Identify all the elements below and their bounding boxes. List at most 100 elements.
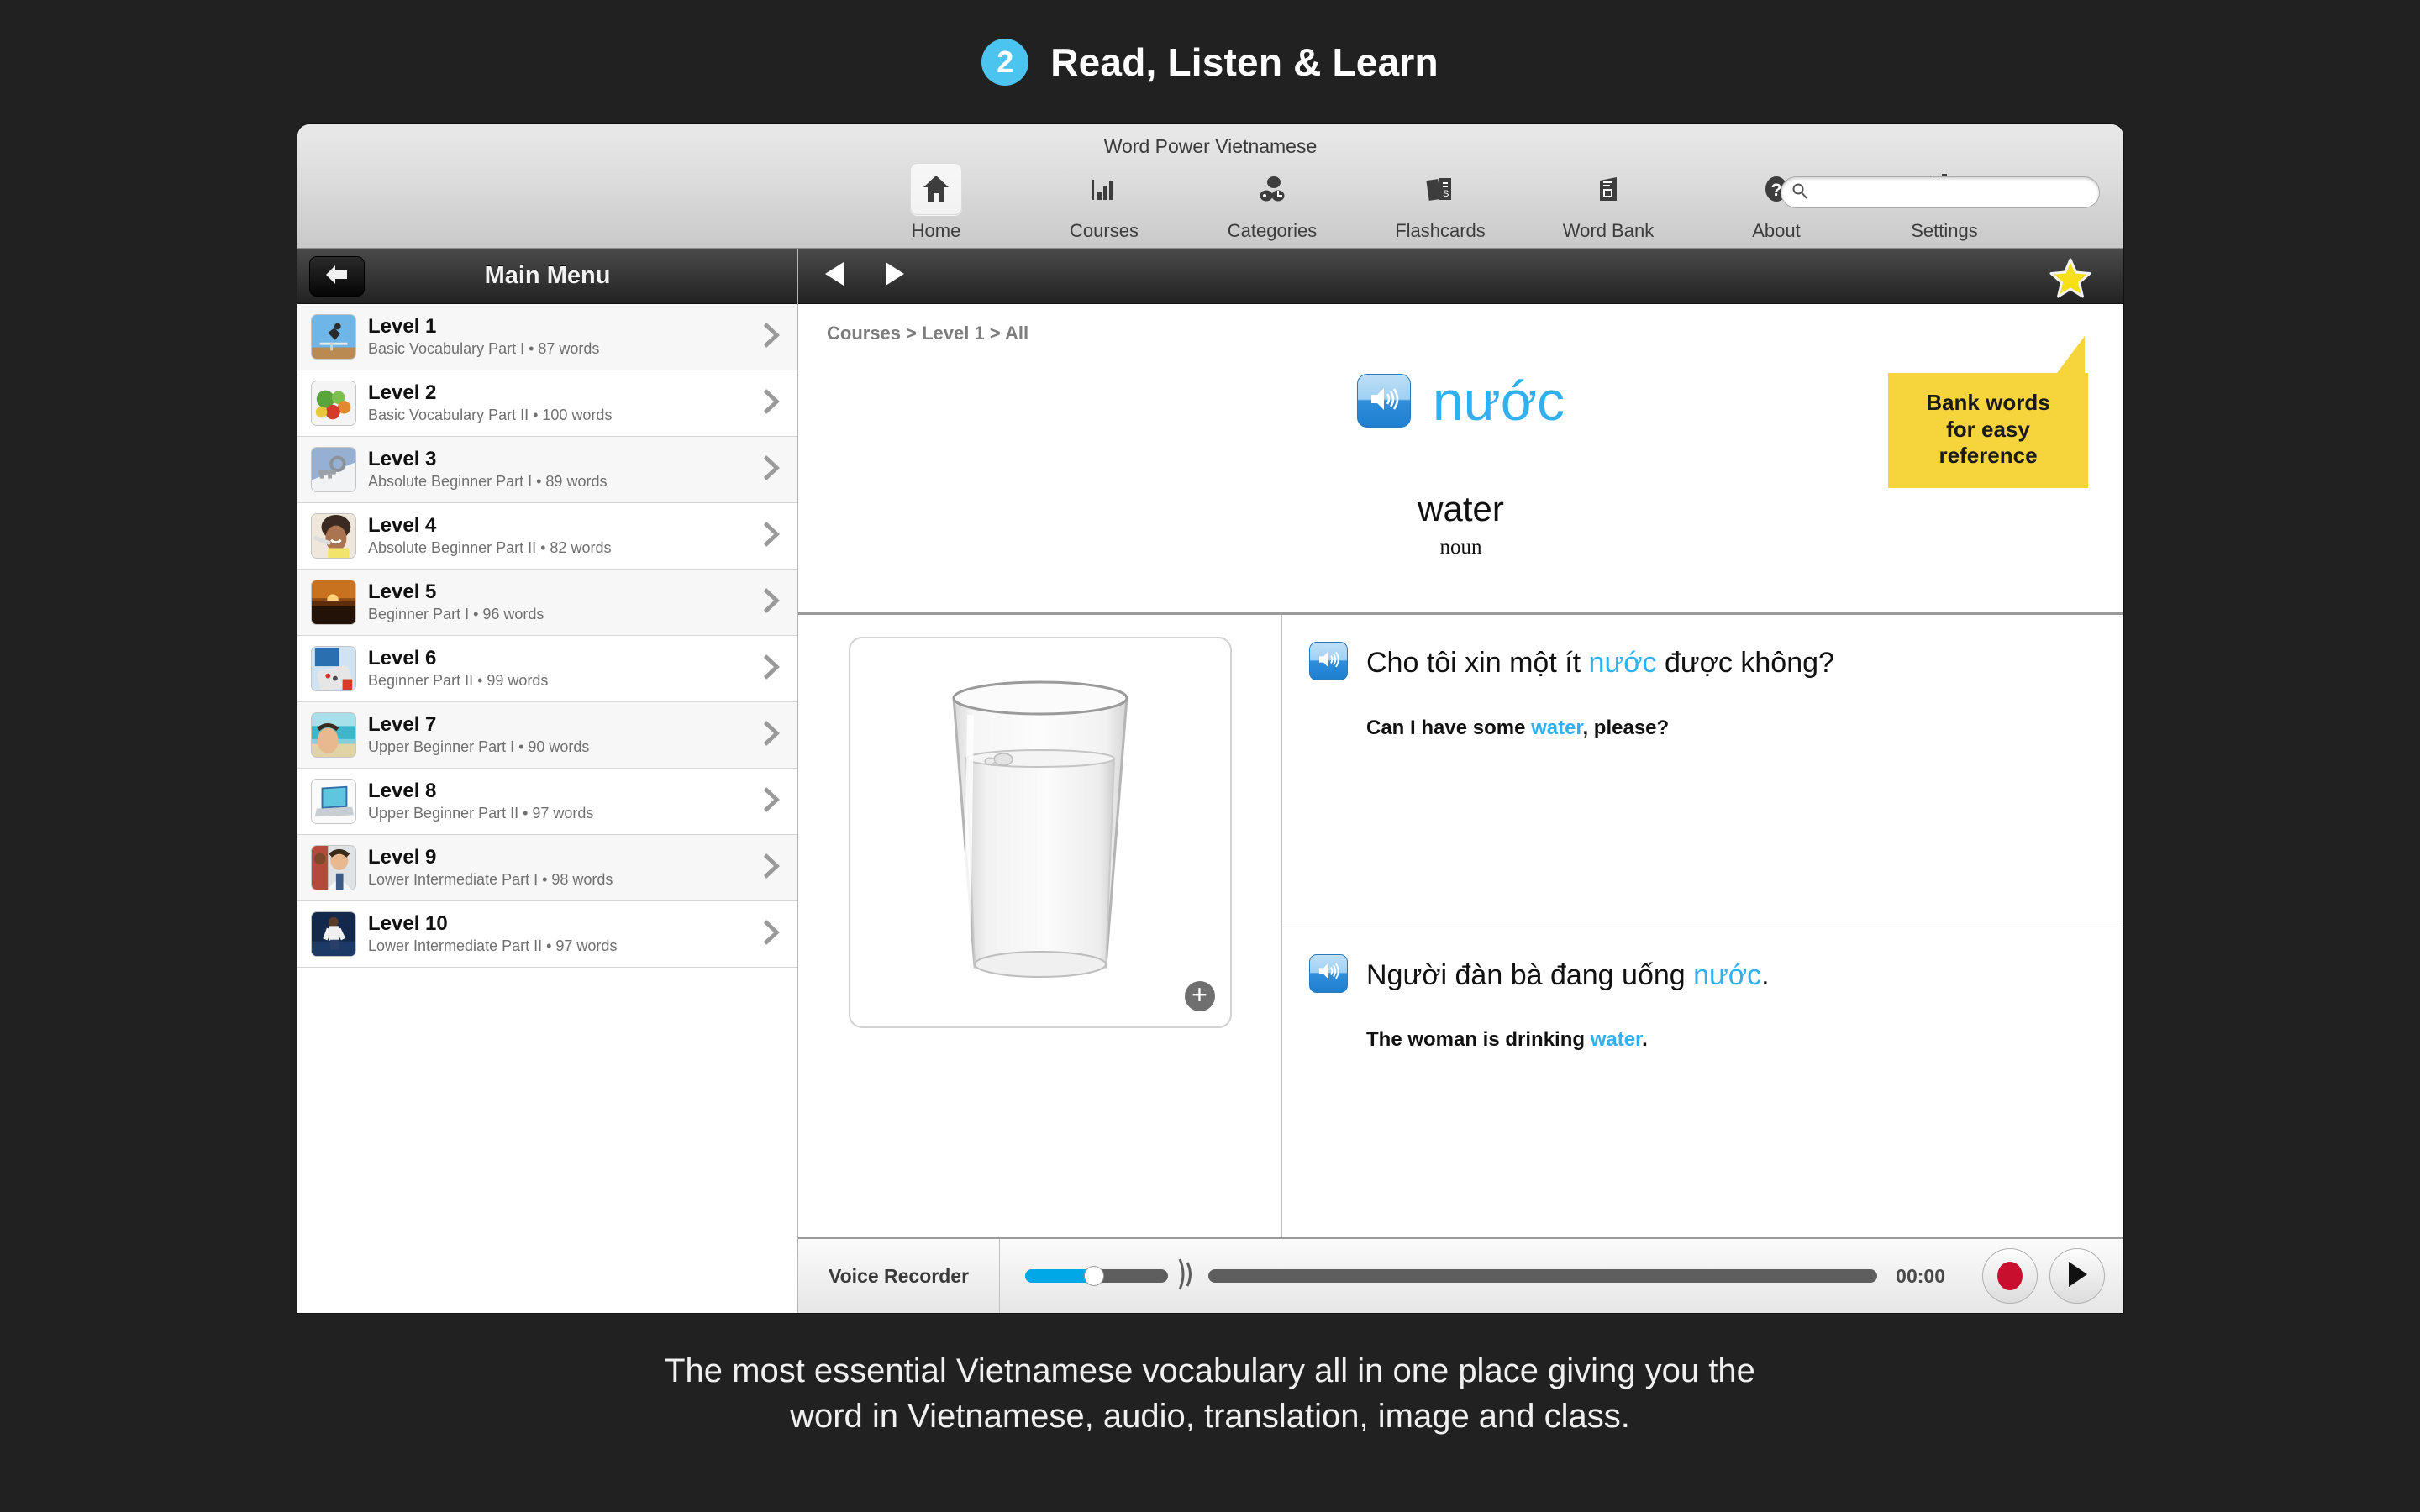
volume-waves-icon (1175, 1256, 1197, 1297)
voice-recorder-controls: 00:00 (1000, 1248, 2123, 1304)
app-body: Main Menu Level 1 Basic Vocabulary Part … (297, 249, 2123, 1313)
back-button[interactable] (309, 256, 365, 297)
part-of-speech: noun (1439, 536, 1482, 559)
chevron-right-icon (764, 918, 782, 951)
sentence-vn-pre: Người đàn bà đang uống (1366, 958, 1694, 991)
list-item[interactable]: Level 7 Upper Beginner Part I • 90 words (297, 702, 797, 769)
volume-slider[interactable] (1025, 1266, 1168, 1286)
word-image-card[interactable]: + (848, 637, 1232, 1028)
sentence-en-highlight: water (1531, 716, 1583, 739)
toolbar-button-home[interactable]: Home (852, 163, 1020, 242)
level-subtitle: Beginner Part I • 96 words (368, 606, 544, 623)
level-subtitle: Upper Beginner Part II • 97 words (368, 805, 594, 822)
list-item[interactable]: Level 3 Absolute Beginner Part I • 89 wo… (297, 437, 797, 503)
list-item[interactable]: Level 1 Basic Vocabulary Part I • 87 wor… (297, 304, 797, 370)
level-text: Level 7 Upper Beginner Part I • 90 words (368, 712, 764, 756)
search-input[interactable] (1813, 182, 2089, 202)
sentence-vn-post: . (1761, 958, 1770, 991)
next-arrow-icon[interactable] (882, 260, 906, 291)
chevron-right-icon (764, 586, 782, 619)
list-item[interactable]: Level 4 Absolute Beginner Part II • 82 w… (297, 503, 797, 570)
sentence-english: Can I have some water, please? (1366, 717, 2090, 740)
level-thumbnail (311, 580, 356, 625)
play-word-audio-button[interactable] (1356, 374, 1411, 428)
list-item[interactable]: Level 2 Basic Vocabulary Part II • 100 w… (297, 370, 797, 437)
svg-text:S: S (1443, 189, 1449, 199)
level-text: Level 1 Basic Vocabulary Part I • 87 wor… (368, 315, 764, 358)
content-header (798, 249, 2123, 304)
toolbar-label: Word Bank (1562, 220, 1655, 241)
caption-line-1: The most essential Vietnamese vocabulary… (665, 1352, 1755, 1389)
level-thumbnail (311, 447, 356, 492)
toolbar-button-word-bank[interactable]: Word Bank (1524, 163, 1692, 242)
translation-text: water (1418, 489, 1504, 528)
level-name: Level 4 (368, 513, 437, 537)
sentence-en-pre: Can I have some (1366, 716, 1532, 739)
sentence-top-row: Người đàn bà đang uống nước. (1309, 953, 2090, 994)
level-thumbnail (311, 911, 356, 957)
bar-chart-icon (1078, 163, 1130, 215)
toolbar-button-courses[interactable]: Courses (1020, 163, 1188, 242)
list-item[interactable]: Level 6 Beginner Part II • 99 words (297, 636, 797, 702)
level-text: Level 3 Absolute Beginner Part I • 89 wo… (368, 447, 764, 491)
sentence-vietnamese: Người đàn bà đang uống nước. (1366, 954, 1770, 994)
speaker-icon (1368, 386, 1400, 417)
chevron-right-icon (764, 454, 782, 486)
sentence-top-row: Cho tôi xin một ít nước được không? (1309, 642, 2090, 681)
zoom-image-button[interactable]: + (1182, 979, 1217, 1013)
promo-caption: The most essential Vietnamese vocabulary… (0, 1348, 2420, 1439)
word-bank-icon (1582, 163, 1634, 215)
voice-recorder-label: Voice Recorder (798, 1239, 1000, 1313)
playback-progress-bar[interactable] (1208, 1269, 1878, 1283)
level-text: Level 4 Absolute Beginner Part II • 82 w… (368, 513, 764, 557)
star-icon[interactable] (2049, 258, 2091, 302)
level-thumbnail (311, 779, 356, 824)
list-item[interactable]: Level 10 Lower Intermediate Part II • 97… (297, 901, 797, 968)
previous-arrow-icon[interactable] (823, 260, 847, 291)
app-window: Word Power Vietnamese Home Courses Categ… (297, 124, 2123, 1313)
chevron-right-icon (764, 653, 782, 685)
level-thumbnail (311, 314, 356, 360)
callout-tail (2054, 336, 2085, 376)
play-sentence-audio-button[interactable] (1309, 642, 1348, 680)
record-button[interactable] (1982, 1248, 2038, 1304)
target-word: nước (1432, 370, 1565, 432)
recorder-time: 00:00 (1896, 1264, 1945, 1287)
categories-icon (1246, 163, 1298, 215)
promo-screenshot: 2 Read, Listen & Learn Word Power Vietna… (0, 0, 2420, 1512)
level-name: Level 2 (368, 381, 437, 404)
sidebar: Main Menu Level 1 Basic Vocabulary Part … (297, 249, 798, 1313)
promo-title: Read, Listen & Learn (1050, 40, 1439, 84)
level-subtitle: Lower Intermediate Part II • 97 words (368, 937, 618, 955)
example-sentence: Người đàn bà đang uống nước. The woman i… (1282, 926, 2123, 1238)
level-thumbnail (311, 513, 356, 559)
level-subtitle: Absolute Beginner Part I • 89 words (368, 473, 608, 491)
level-name: Level 7 (368, 712, 437, 736)
sentence-vn-pre: Cho tôi xin một ít (1366, 647, 1589, 679)
breadcrumb[interactable]: Courses > Level 1 > All (827, 323, 1028, 344)
chevron-right-icon (764, 387, 782, 420)
toolbar-label: Home (911, 220, 961, 241)
toolbar-label: Categories (1227, 220, 1318, 241)
sentence-en-post: . (1642, 1028, 1648, 1051)
back-arrow-icon (324, 264, 350, 290)
sentence-vn-highlight: nước (1693, 958, 1762, 991)
list-item[interactable]: Level 9 Lower Intermediate Part I • 98 w… (297, 835, 797, 901)
level-name: Level 9 (368, 845, 437, 869)
chevron-right-icon (764, 520, 782, 553)
toolbar-button-flashcards[interactable]: S Flashcards (1356, 163, 1524, 242)
window-title: Word Power Vietnamese (1103, 135, 1318, 157)
glass-of-water-image (951, 680, 1128, 978)
toolbar-button-categories[interactable]: Categories (1188, 163, 1356, 242)
level-name: Level 10 (368, 911, 448, 935)
level-thumbnail (311, 646, 356, 691)
search-box[interactable] (1781, 176, 2100, 208)
level-name: Level 3 (368, 447, 437, 470)
volume-knob[interactable] (1083, 1266, 1104, 1286)
play-sentence-audio-button[interactable] (1309, 953, 1348, 993)
sentence-en-post: , please? (1582, 716, 1670, 739)
play-button[interactable] (2049, 1248, 2105, 1304)
list-item[interactable]: Level 8 Upper Beginner Part II • 97 word… (297, 769, 797, 835)
toolbar-label: Courses (1070, 220, 1139, 241)
list-item[interactable]: Level 5 Beginner Part I • 96 words (297, 570, 797, 636)
